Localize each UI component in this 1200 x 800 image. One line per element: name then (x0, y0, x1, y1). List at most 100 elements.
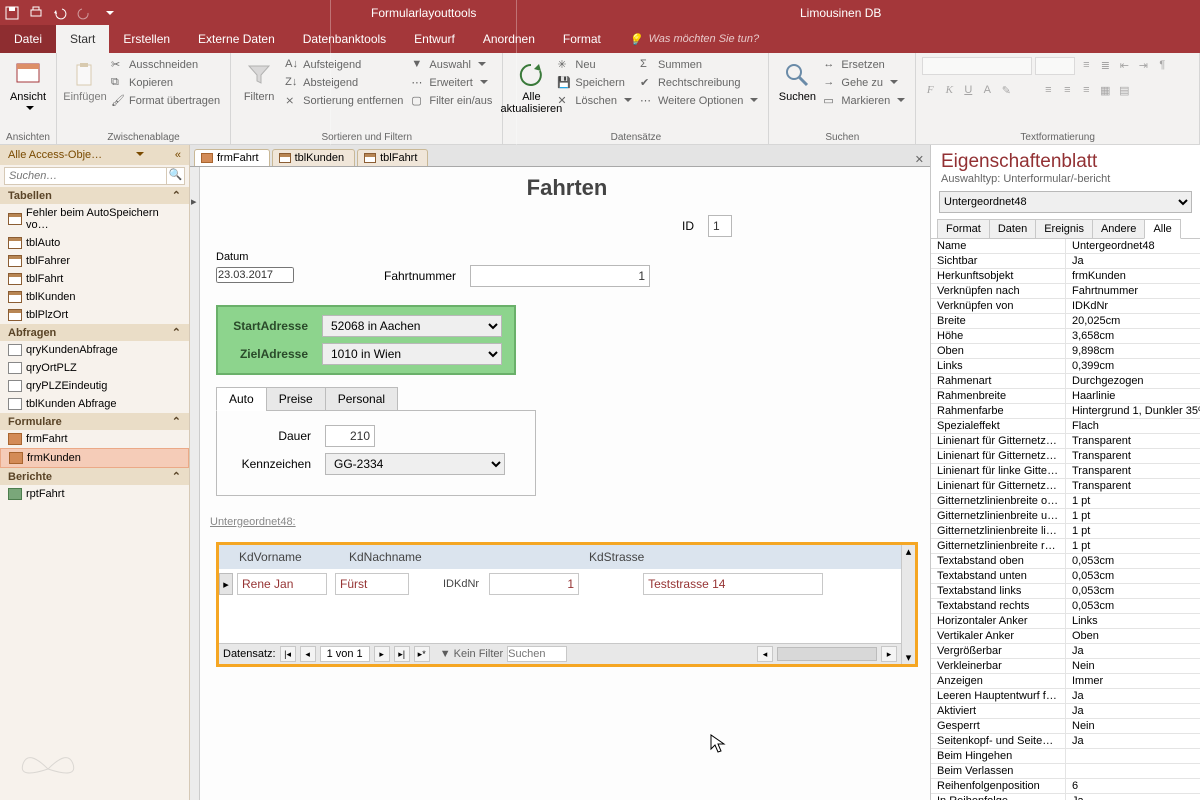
select-button[interactable]: ▭Markieren (819, 93, 909, 109)
property-row[interactable]: Breite20,025cm (931, 314, 1200, 329)
prop-value[interactable]: 20,025cm (1066, 314, 1200, 328)
bullets-icon[interactable]: ≡ (1078, 57, 1094, 73)
idkdnr-field[interactable] (489, 573, 579, 595)
filter-button[interactable]: Filtern (237, 57, 281, 107)
property-row[interactable]: Textabstand unten0,053cm (931, 569, 1200, 584)
property-row[interactable]: VergrößerbarJa (931, 644, 1200, 659)
property-row[interactable]: NameUntergeordnet48 (931, 239, 1200, 254)
ps-tab-ereignis[interactable]: Ereignis (1035, 219, 1093, 239)
fill-color-icon[interactable]: ▦ (1097, 82, 1113, 98)
property-row[interactable]: RahmenfarbeHintergrund 1, Dunkler 35% (931, 404, 1200, 419)
prop-value[interactable]: Haarlinie (1066, 389, 1200, 403)
kennzeichen-select[interactable]: GG-2334 (325, 453, 505, 475)
property-row[interactable]: VerkleinerbarNein (931, 659, 1200, 674)
property-row[interactable]: Gitternetzlinienbreite oben1 pt (931, 494, 1200, 509)
prop-value[interactable]: Ja (1066, 794, 1200, 800)
undo-icon[interactable] (52, 5, 68, 21)
subform-vscrollbar[interactable]: ▴▾ (901, 545, 915, 664)
property-row[interactable]: Linienart für Gitternetzlinien reTranspa… (931, 479, 1200, 494)
prop-value[interactable]: IDKdNr (1066, 299, 1200, 313)
dauer-field[interactable] (325, 425, 375, 447)
nav-item[interactable]: rptFahrt (0, 485, 189, 503)
auswahl-button[interactable]: ▼Auswahl (407, 57, 496, 73)
property-row[interactable]: Verknüpfen nachFahrtnummer (931, 284, 1200, 299)
search-icon[interactable]: 🔍 (167, 167, 185, 185)
property-row[interactable]: Links0,399cm (931, 359, 1200, 374)
property-row[interactable]: Seitenkopf- und SeitenfußzeileJa (931, 734, 1200, 749)
spellcheck-button[interactable]: ✔Rechtschreibung (636, 75, 762, 91)
font-color-button[interactable]: A (979, 82, 995, 98)
property-row[interactable]: GesperrtNein (931, 719, 1200, 734)
subtab-auto[interactable]: Auto (216, 387, 267, 411)
property-row[interactable]: Leeren Hauptentwurf filternJa (931, 689, 1200, 704)
prop-value[interactable]: Flach (1066, 419, 1200, 433)
print-icon[interactable] (28, 5, 44, 21)
nav-item[interactable]: frmKunden (0, 448, 189, 468)
datum-field[interactable] (216, 267, 294, 283)
menu-file[interactable]: Datei (0, 25, 56, 53)
sort-desc-button[interactable]: Z↓Absteigend (281, 75, 407, 91)
nav-item[interactable]: qryKundenAbfrage (0, 341, 189, 359)
ansicht-button[interactable]: Ansicht (6, 57, 50, 119)
prop-value[interactable]: Transparent (1066, 434, 1200, 448)
underline-button[interactable]: U (960, 82, 976, 98)
nav-item[interactable]: frmFahrt (0, 430, 189, 448)
nav-category-tabellen[interactable]: Tabellen⌃ (0, 187, 189, 204)
cut-button[interactable]: ✂Ausschneiden (107, 57, 224, 73)
nav-item[interactable]: qryPLZEindeutig (0, 377, 189, 395)
delete-record-button[interactable]: ✕Löschen (553, 93, 636, 109)
id-field[interactable] (708, 215, 732, 237)
property-row[interactable]: In ReihenfolgeJa (931, 794, 1200, 800)
nav-item[interactable]: tblAuto (0, 234, 189, 252)
prop-value[interactable]: Nein (1066, 659, 1200, 673)
prop-value[interactable]: 1 pt (1066, 524, 1200, 538)
nav-item[interactable]: tblPlzOrt (0, 306, 189, 324)
nav-category-berichte[interactable]: Berichte⌃ (0, 468, 189, 485)
collapse-icon[interactable]: « (175, 149, 181, 161)
propsheet-object-select[interactable]: Untergeordnet48 (939, 191, 1192, 213)
menu-format[interactable]: Format (549, 25, 615, 53)
prop-value[interactable]: Nein (1066, 719, 1200, 733)
nav-item[interactable]: Fehler beim AutoSpeichern vo… (0, 204, 189, 234)
menu-start[interactable]: Start (56, 25, 109, 53)
gridlines-icon[interactable]: ▤ (1116, 82, 1132, 98)
prop-value[interactable]: 6 (1066, 779, 1200, 793)
nav-item[interactable]: tblFahrt (0, 270, 189, 288)
redo-icon[interactable] (76, 5, 92, 21)
property-row[interactable]: Gitternetzlinienbreite unten1 pt (931, 509, 1200, 524)
format-painter-button[interactable]: 🖌Format übertragen (107, 93, 224, 109)
property-row[interactable]: RahmenbreiteHaarlinie (931, 389, 1200, 404)
property-row[interactable]: Oben9,898cm (931, 344, 1200, 359)
prop-value[interactable]: 1 pt (1066, 539, 1200, 553)
property-row[interactable]: Gitternetzlinienbreite rechts1 pt (931, 539, 1200, 554)
property-row[interactable]: Textabstand rechts0,053cm (931, 599, 1200, 614)
prop-value[interactable]: Ja (1066, 704, 1200, 718)
new-record-button[interactable]: ✳Neu (553, 57, 636, 73)
zieladresse-select[interactable]: 1010 in Wien (322, 343, 502, 365)
erweitert-button[interactable]: ⋯Erweitert (407, 75, 496, 91)
nav-search-input[interactable] (4, 167, 167, 185)
copy-button[interactable]: ⧉Kopieren (107, 75, 224, 91)
property-row[interactable]: Beim Hingehen (931, 749, 1200, 764)
nav-item[interactable]: tblFahrer (0, 252, 189, 270)
property-row[interactable]: Reihenfolgenposition6 (931, 779, 1200, 794)
subform-untergeordnet48[interactable]: KdVorname KdNachname KdStrasse ▸ IDKd (216, 542, 918, 667)
prop-value[interactable]: 3,658cm (1066, 329, 1200, 343)
recnav-search-input[interactable] (507, 646, 567, 662)
doc-tab-tblkunden[interactable]: tblKunden (272, 149, 356, 166)
prop-value[interactable]: Fahrtnummer (1066, 284, 1200, 298)
prop-value[interactable]: Immer (1066, 674, 1200, 688)
prop-value[interactable]: 0,053cm (1066, 599, 1200, 613)
nav-category-abfragen[interactable]: Abfragen⌃ (0, 324, 189, 341)
prop-value[interactable]: 9,898cm (1066, 344, 1200, 358)
indent-inc-icon[interactable]: ⇥ (1135, 57, 1151, 73)
property-row[interactable]: Linienart für Gitternetzlinien uTranspar… (931, 449, 1200, 464)
italic-button[interactable]: K (941, 82, 957, 98)
prop-value[interactable]: Transparent (1066, 479, 1200, 493)
nav-item[interactable]: qryOrtPLZ (0, 359, 189, 377)
prop-value[interactable]: Durchgezogen (1066, 374, 1200, 388)
align-right-icon[interactable]: ≡ (1078, 82, 1094, 98)
numbering-icon[interactable]: ≣ (1097, 57, 1113, 73)
property-row[interactable]: Vertikaler AnkerOben (931, 629, 1200, 644)
row-selector[interactable]: ▸ (219, 573, 233, 595)
